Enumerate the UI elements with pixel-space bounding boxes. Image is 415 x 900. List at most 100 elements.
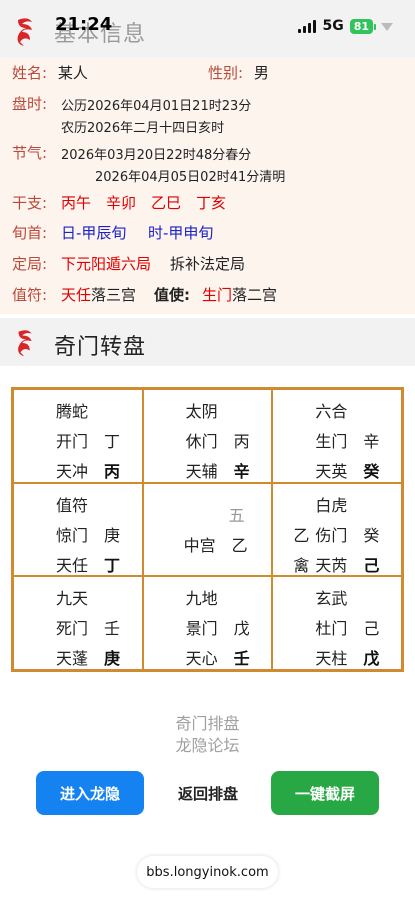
- center-palace-label: 中宫: [183, 535, 216, 555]
- palace-star-stem: 癸: [363, 462, 380, 481]
- palace-cell: 玄武 杜门 己 天柱 戊: [272, 576, 402, 670]
- zhifu-value: 天任落三宫: [61, 284, 136, 305]
- ganzhi-label: 干支:: [12, 194, 48, 212]
- xun-hour: 时-甲申旬: [148, 224, 214, 242]
- zhifu-star: 天任: [61, 286, 92, 304]
- palace-door: 惊门: [56, 525, 89, 545]
- zhifu-palace: 落三宫: [91, 286, 137, 304]
- palace-god: 腾蛇: [56, 402, 89, 421]
- palace-star: 天蓬: [56, 649, 89, 669]
- palace-star: 天芮: [315, 555, 348, 575]
- palace-door-stem: 癸: [363, 525, 380, 545]
- dingju-row: 定局:: [12, 253, 47, 274]
- name-label: 姓名:: [12, 64, 48, 82]
- gender-label: 性别:: [208, 64, 244, 82]
- jieqi-label: 节气:: [12, 144, 48, 162]
- dragon-logo-icon: [18, 330, 32, 357]
- palace-star-prefix: 禽: [293, 555, 310, 575]
- palace-door: 开门: [56, 432, 89, 451]
- palace-door: 伤门: [315, 525, 348, 545]
- palace-door: 杜门: [315, 619, 348, 639]
- signal-icon: [298, 19, 317, 33]
- gender-row: 性别: 男: [208, 62, 269, 83]
- dingju-method: 拆补法定局: [170, 255, 246, 273]
- zhifu-label: 值符:: [12, 286, 48, 304]
- palace-cell: 腾蛇 开门 丁 天冲 丙: [13, 389, 143, 483]
- palace-god: 玄武: [315, 589, 348, 609]
- palace-star-stem: 己: [363, 555, 380, 575]
- xunshou-row: 旬首:: [12, 222, 47, 243]
- basic-info-panel: 姓名: 某人 性别: 男 盘时: 公历2026年04月01日21时23分 农历2…: [0, 58, 415, 314]
- palace-star-stem: 丙: [104, 462, 121, 481]
- palace-door-stem: 辛: [363, 432, 380, 451]
- palace-star: 天任: [56, 555, 89, 575]
- zhishi-label: 值使:: [154, 286, 190, 304]
- zhishi-value: 生门落二宫: [202, 284, 277, 305]
- name-row: 姓名: 某人: [12, 62, 88, 83]
- palace-door-stem: 庚: [104, 525, 121, 545]
- center-palace-stem: 乙: [231, 535, 248, 555]
- palace-star-stem: 辛: [233, 462, 250, 481]
- ganzhi-day: 乙巳: [151, 194, 182, 212]
- palace-door-stem: 丁: [104, 432, 121, 451]
- time-label: 盘时:: [12, 95, 48, 113]
- palace-cell: 九天 死门 壬 天蓬 庚: [13, 576, 143, 670]
- ganzhi-month: 辛卯: [106, 194, 137, 212]
- footer-app-name: 奇门排盘: [175, 714, 240, 733]
- enter-longyin-button[interactable]: 进入龙隐: [36, 771, 144, 815]
- palace-door: 生门: [315, 432, 348, 451]
- palace-door-stem: 壬: [104, 619, 121, 639]
- palace-god: 六合: [315, 402, 348, 421]
- wifi-icon: [381, 23, 393, 31]
- palace-door-stem: 戊: [233, 619, 250, 639]
- palace-cell-center: 五 中宫 乙: [142, 482, 273, 577]
- xun-day: 日-甲辰旬: [61, 224, 127, 242]
- palace-cell: 白虎 乙 伤门 癸 禽 天芮 己: [272, 482, 402, 577]
- palace-god: 九地: [185, 589, 218, 609]
- palace-god: 白虎: [315, 495, 348, 515]
- palace-cell: 太阴 休门 丙 天辅 辛: [142, 389, 273, 483]
- dingju-label: 定局:: [12, 255, 48, 273]
- zhishi-palace: 落二宫: [232, 286, 278, 304]
- ganzhi-hour: 丁亥: [196, 194, 227, 212]
- solar-date: 公历2026年04月01日21时23分: [61, 99, 252, 114]
- zhifu-row: 值符:: [12, 284, 47, 305]
- zhishi-door: 生门: [202, 286, 233, 304]
- back-to-chart-button[interactable]: 返回排盘: [160, 771, 256, 815]
- gender-value: 男: [253, 64, 269, 82]
- name-value: 某人: [57, 64, 88, 82]
- palace-door-stem: 己: [363, 619, 380, 639]
- dingju-value: 下元阳遁六局: [61, 255, 152, 273]
- palace-star: 天英: [315, 462, 348, 481]
- palace-cell: 六合 生门 辛 天英 癸: [272, 389, 402, 483]
- palace-star: 天冲: [56, 462, 89, 481]
- battery-icon: 81: [349, 18, 377, 34]
- palace-star-stem: 丁: [104, 555, 121, 575]
- footer-forum-name: 龙隐论坛: [175, 736, 240, 755]
- screenshot-button[interactable]: 一键截屏: [271, 771, 379, 815]
- palace-cell: 值符 惊门 庚 天任 丁: [13, 482, 143, 577]
- dragon-logo-icon: [17, 18, 32, 46]
- lunar-date: 农历2026年二月十四日亥时: [61, 121, 225, 136]
- section-title: 奇门转盘: [54, 335, 147, 360]
- palace-star: 天柱: [315, 649, 348, 669]
- jieqi-qingming: 2026年04月05日02时41分清明: [95, 170, 286, 185]
- palace-god: 太阴: [185, 402, 218, 421]
- network-type: 5G: [322, 18, 344, 34]
- palace-star: 天心: [185, 649, 218, 669]
- status-time: 21:24: [55, 14, 113, 35]
- palace-door-stem: 丙: [233, 432, 250, 451]
- palace-door: 死门: [56, 619, 89, 639]
- ganzhi-row: 干支:: [12, 192, 47, 213]
- url-bar[interactable]: bbs.longyinok.com: [137, 856, 278, 888]
- palace-god: 值符: [56, 495, 89, 515]
- qimen-grid: 腾蛇 开门 丁 天冲 丙 太阴 休门 丙 天辅 辛 六合 生门 辛 天英 癸 值…: [11, 387, 404, 672]
- palace-star: 天辅: [185, 462, 218, 481]
- palace-star-stem: 庚: [104, 649, 121, 669]
- palace-cell: 九地 景门 戊 天心 壬: [142, 576, 273, 670]
- palace-star-stem: 壬: [233, 649, 250, 669]
- ganzhi-year: 丙午: [61, 194, 92, 212]
- status-indicators: 5G 81: [298, 18, 395, 34]
- time-label-row: 盘时:: [12, 93, 47, 114]
- palace-door: 休门: [185, 432, 218, 451]
